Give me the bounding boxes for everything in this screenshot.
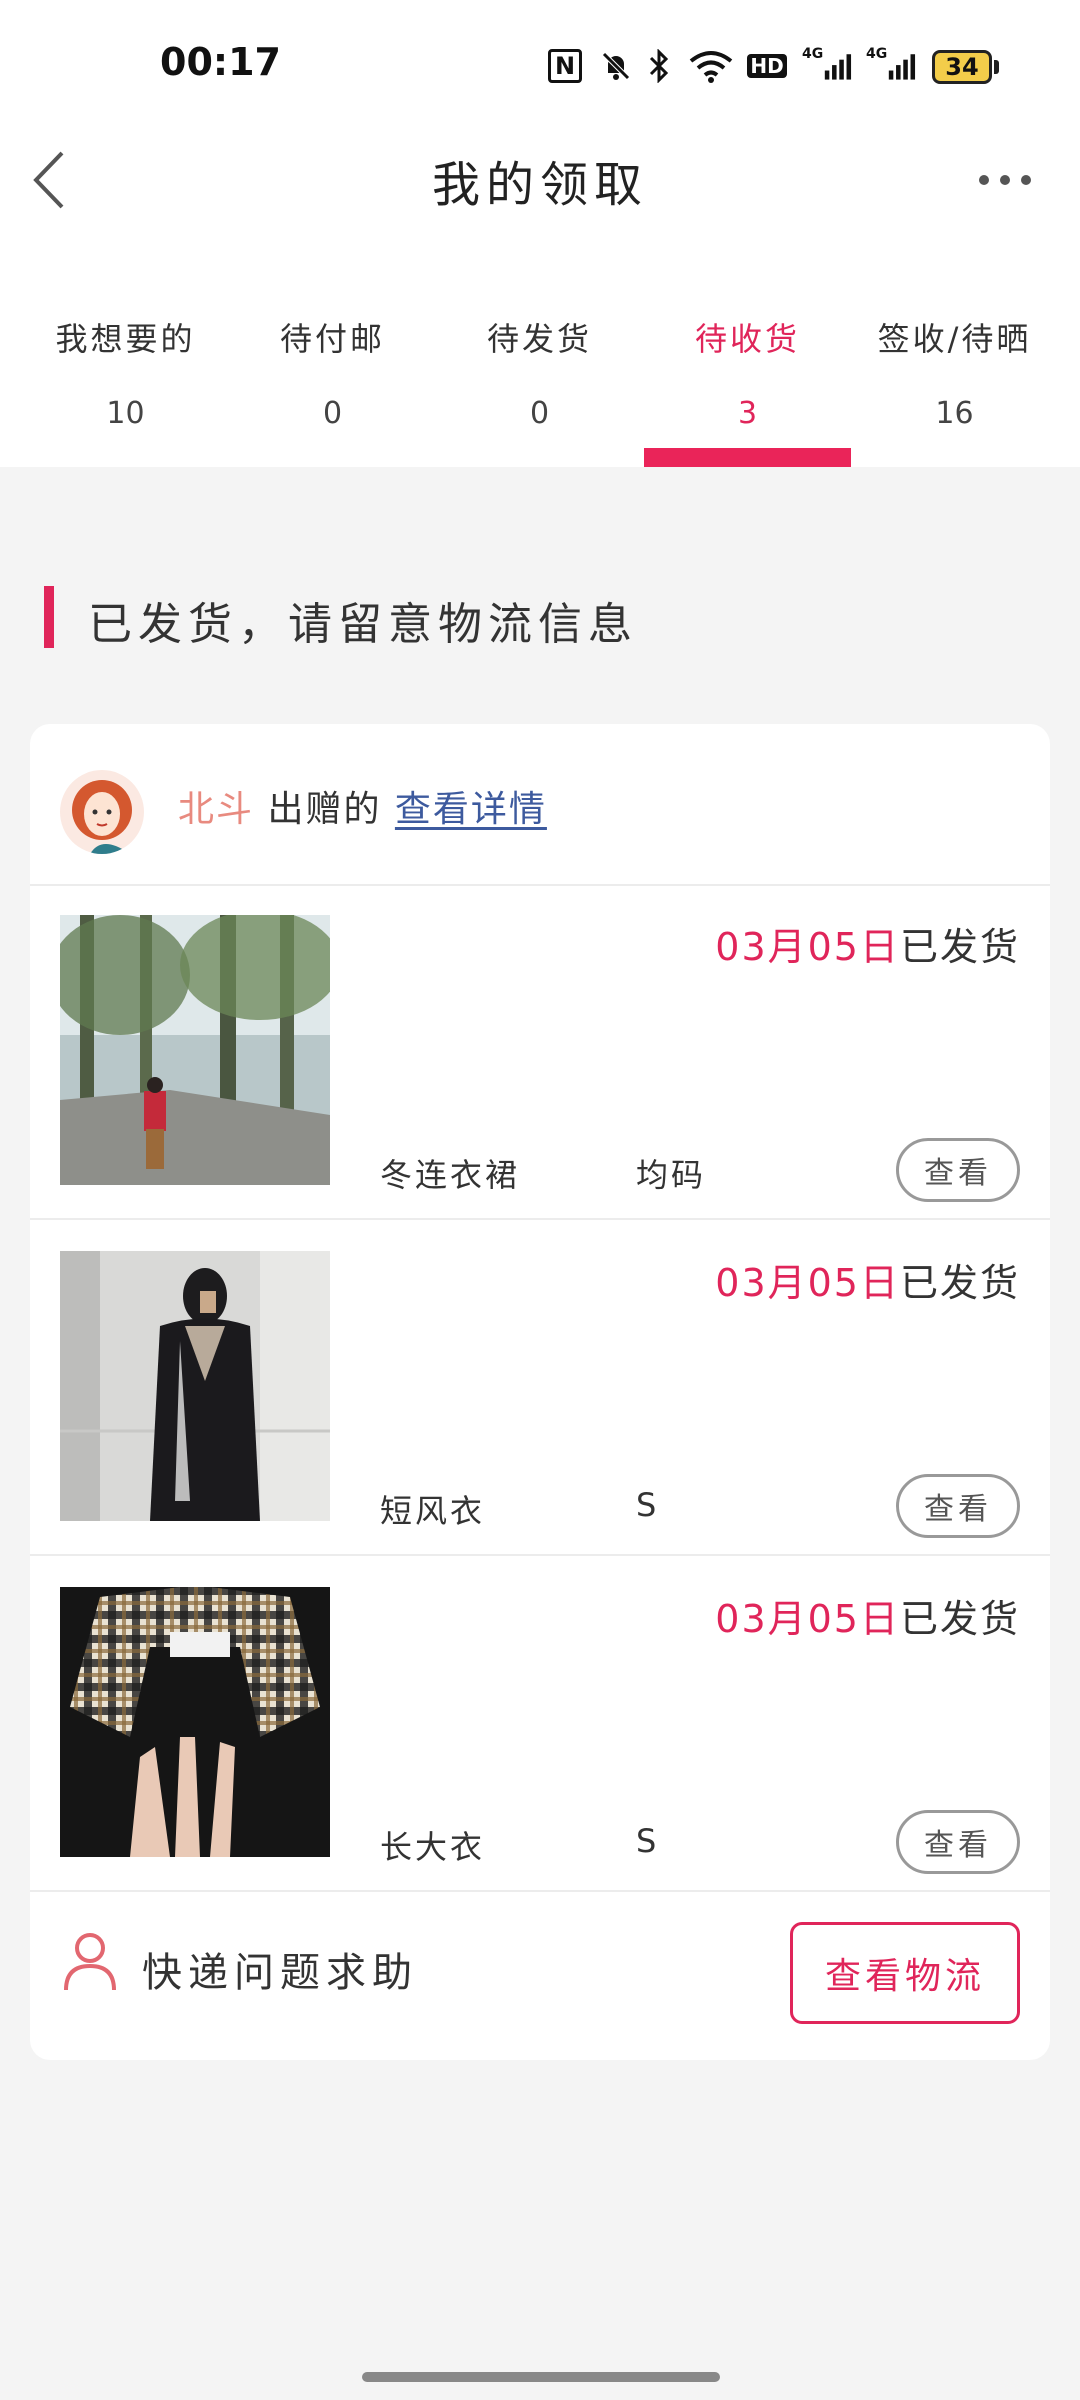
hd-icon: HD (746, 46, 788, 86)
tab-label: 待付邮 (279, 320, 385, 358)
giver-name[interactable]: 北斗 (178, 789, 254, 830)
ship-status: 已发货 (899, 1597, 1020, 1641)
view-button[interactable]: 查看 (896, 1474, 1020, 1538)
mute-icon (596, 46, 636, 86)
ship-status: 已发货 (899, 925, 1020, 969)
more-horizontal-icon[interactable] (975, 165, 1035, 195)
signal-4g-icon: 4G (866, 46, 918, 86)
tab-pending-receipt[interactable]: 待收货 3 (644, 280, 851, 467)
item-ship-date: 03月05日已发货 (715, 916, 1020, 971)
tab-count: 10 (106, 396, 145, 431)
view-button[interactable]: 查看 (896, 1810, 1020, 1874)
active-tab-indicator (644, 448, 851, 467)
divider (30, 1218, 1050, 1220)
tab-count: 3 (737, 396, 758, 431)
view-logistics-button[interactable]: 查看物流 (790, 1922, 1020, 2024)
tab-bar: 我想要的 10 待付邮 0 待发货 0 待收货 3 签收/待晒 16 (0, 280, 1080, 467)
item-photo[interactable] (60, 1251, 330, 1521)
giver-suffix: 出赠的 (254, 789, 395, 830)
avatar[interactable] (60, 770, 144, 854)
battery-tip (994, 60, 999, 74)
divider (30, 1554, 1050, 1556)
user-icon[interactable] (62, 1930, 118, 1992)
divider (30, 884, 1050, 886)
item-photo[interactable] (60, 1587, 330, 1857)
tab-pending-shipment[interactable]: 待发货 0 (436, 280, 643, 467)
notice-accent-bar (44, 586, 54, 648)
page-title: 我的领取 (431, 157, 648, 213)
notice-text: 已发货，请留意物流信息 (88, 599, 638, 650)
bluetooth-icon (644, 46, 674, 86)
tab-label: 待发货 (486, 320, 592, 358)
status-time: 00:17 (160, 40, 281, 84)
item-ship-date: 03月05日已发货 (715, 1252, 1020, 1307)
item-size: 均码 (636, 1156, 707, 1194)
item-name: 短风衣 (380, 1492, 486, 1530)
wifi-icon (688, 46, 734, 86)
tab-label: 待收货 (694, 320, 800, 358)
view-button[interactable]: 查看 (896, 1138, 1020, 1202)
item-size: S (636, 1822, 660, 1860)
divider (30, 1890, 1050, 1892)
tab-count: 16 (935, 396, 974, 431)
tab-count: 0 (322, 396, 343, 431)
item-ship-date: 03月05日已发货 (715, 1588, 1020, 1643)
signal-4g-icon: 4G (802, 46, 854, 86)
home-indicator[interactable] (362, 2372, 720, 2382)
tab-label: 签收/待晒 (877, 320, 1032, 358)
item-name: 长大衣 (380, 1828, 486, 1866)
ship-date: 03月05日 (715, 1597, 900, 1641)
ship-date: 03月05日 (715, 1261, 900, 1305)
ship-status: 已发货 (899, 1261, 1020, 1305)
item-size: S (636, 1486, 660, 1524)
tab-signed-review[interactable]: 签收/待晒 16 (851, 280, 1058, 467)
nfc-icon: N (547, 46, 583, 86)
view-details-link[interactable]: 查看详情 (395, 789, 547, 830)
tab-label: 我想要的 (55, 320, 196, 358)
tab-wanted[interactable]: 我想要的 10 (22, 280, 229, 467)
delivery-help-link[interactable]: 快递问题求助 (142, 1940, 418, 1998)
tab-pending-postage[interactable]: 待付邮 0 (229, 280, 436, 467)
ship-date: 03月05日 (715, 925, 900, 969)
item-photo[interactable] (60, 915, 330, 1185)
item-name: 冬连衣裙 (380, 1156, 521, 1194)
battery-icon: 34 (932, 50, 992, 84)
tab-count: 0 (529, 396, 550, 431)
giver-line: 北斗 出赠的 查看详情 (178, 780, 547, 832)
